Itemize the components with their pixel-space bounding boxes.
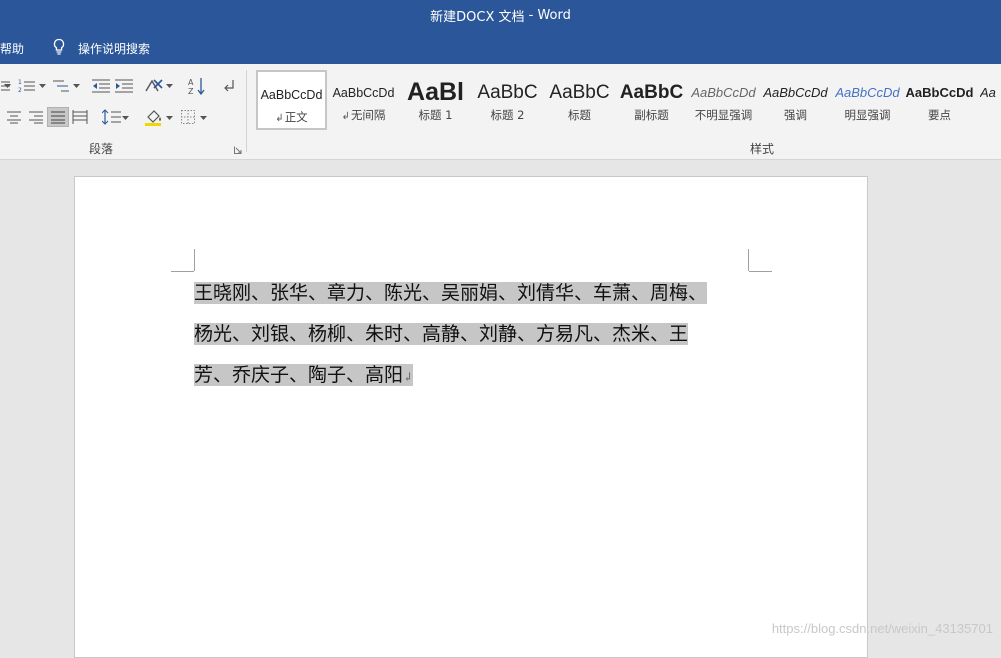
title-separator: - [524, 7, 538, 23]
style-name: 明显强调 [844, 108, 891, 122]
multilevel-list-button[interactable] [50, 76, 72, 96]
selected-text-content: 芳、乔庆子、陶子、高阳 [194, 364, 404, 386]
document-body[interactable]: 王晓刚、张华、章力、陈光、吴丽娟、刘倩华、车萧、周梅、 杨光、刘银、杨柳、朱时、… [194, 273, 754, 396]
styles-group-label: 样式 [750, 142, 775, 156]
numbering-button[interactable]: 12 [16, 76, 38, 96]
line-spacing-button[interactable] [101, 107, 123, 127]
crop-mark [171, 271, 194, 272]
style-sample: AaBbC [549, 82, 610, 103]
increase-indent-button[interactable] [113, 76, 135, 96]
crop-mark [749, 271, 772, 272]
app-name: Word [537, 7, 571, 23]
svg-text:2: 2 [18, 87, 22, 94]
lightbulb-icon[interactable] [52, 38, 66, 56]
paragraph-mark-icon: ↲ [403, 370, 414, 384]
svg-text:1: 1 [18, 79, 22, 86]
document-line: 杨光、刘银、杨柳、朱时、高静、刘静、方易凡、杰米、王 [194, 314, 754, 355]
style-subtle-emphasis[interactable]: AaBbCcDd 不明显强调 [688, 70, 759, 130]
dialog-launcher-icon[interactable] [234, 146, 242, 154]
document-line: 芳、乔庆子、陶子、高阳↲ [194, 355, 754, 396]
style-name: 要点 [928, 108, 951, 122]
style-name: 标题 2 [490, 108, 525, 122]
style-strong[interactable]: AaBbCcDd 要点 [904, 70, 975, 130]
selected-text[interactable]: 芳、乔庆子、陶子、高阳↲ [194, 364, 414, 386]
watermark: https://blog.csdn.net/weixin_43135701 [771, 621, 993, 636]
style-emphasis[interactable]: AaBbCcDd 强调 [760, 70, 831, 130]
style-name: 无间隔 [350, 108, 386, 122]
tell-me-search[interactable]: 操作说明搜索 [78, 40, 150, 57]
sort-button[interactable]: AZ [186, 76, 208, 96]
style-name: 正文 [284, 110, 308, 124]
group-divider [246, 70, 247, 152]
style-sample: Aa [980, 85, 996, 100]
style-sample: AaBbCcDd [691, 85, 756, 100]
style-no-spacing[interactable]: AaBbCcDd ↲无间隔 [328, 70, 399, 130]
shading-button[interactable] [143, 107, 165, 127]
decrease-indent-button[interactable] [90, 76, 112, 96]
document-page[interactable]: 王晓刚、张华、章力、陈光、吴丽娟、刘倩华、车萧、周梅、 杨光、刘银、杨柳、朱时、… [74, 176, 868, 658]
style-subtitle[interactable]: AaBbC 副标题 [616, 70, 687, 130]
chevron-down-icon[interactable] [166, 116, 173, 121]
style-heading-2[interactable]: AaBbC 标题 2 [472, 70, 543, 130]
crop-mark [194, 249, 195, 271]
style-intense-emphasis[interactable]: AaBbCcDd 明显强调 [832, 70, 903, 130]
title-bar: 新建DOCX 文档 - Word [0, 0, 1001, 30]
chevron-down-icon[interactable] [166, 84, 173, 89]
chevron-down-icon[interactable] [39, 84, 46, 89]
crop-mark [748, 249, 749, 271]
style-title[interactable]: AaBbC 标题 [544, 70, 615, 130]
style-sample: AaBbC [619, 82, 684, 103]
style-sample: AaBbCcDd [905, 85, 974, 100]
style-name: 不明显强调 [694, 108, 753, 122]
paragraph-group-label: 段落 [89, 142, 114, 156]
style-sample: AaBbCcDd [835, 85, 900, 100]
menu-tab-help[interactable]: 帮助 [0, 40, 24, 57]
selected-text[interactable]: 杨光、刘银、杨柳、朱时、高静、刘静、方易凡、杰米、王 [194, 323, 689, 345]
chevron-down-icon[interactable] [4, 84, 11, 89]
justify-button[interactable] [47, 107, 69, 127]
chevron-down-icon[interactable] [200, 116, 207, 121]
selected-text[interactable]: 王晓刚、张华、章力、陈光、吴丽娟、刘倩华、车萧、周梅、 [194, 282, 708, 304]
document-name: 新建DOCX 文档 [430, 9, 525, 25]
style-normal[interactable]: AaBbCcDd ↲正文 [256, 70, 327, 130]
style-sample: AaBl [407, 78, 464, 106]
style-sample: AaBbC [477, 82, 538, 103]
align-right-button[interactable] [25, 107, 47, 127]
chinese-layout-button[interactable] [143, 76, 165, 96]
style-name: 标题 1 [418, 108, 453, 122]
style-name: 强调 [784, 108, 807, 122]
style-name: 标题 [568, 108, 591, 122]
style-name: 副标题 [634, 108, 669, 122]
paragraph-mark-icon: ↲ [341, 111, 350, 122]
paragraph-mark-icon: ↲ [275, 113, 284, 124]
borders-button[interactable] [177, 107, 199, 127]
style-sample: AaBbCcDd [763, 85, 828, 100]
align-center-button[interactable] [3, 107, 25, 127]
document-line: 王晓刚、张华、章力、陈光、吴丽娟、刘倩华、车萧、周梅、 [194, 273, 754, 314]
style-sample: AaBbCcDd [332, 86, 395, 100]
distributed-button[interactable] [69, 107, 91, 127]
ribbon: 12 AZ 段落 AaBbCcDd ↲正文 AaBbCcDd ↲无间隔 AaBl… [0, 64, 1001, 160]
svg-text:Z: Z [188, 87, 194, 95]
styles-gallery: AaBbCcDd ↲正文 AaBbCcDd ↲无间隔 AaBl 标题 1 AaB… [256, 70, 1001, 133]
menu-bar: 帮助 操作说明搜索 [0, 30, 1001, 64]
style-heading-1[interactable]: AaBl 标题 1 [400, 70, 471, 130]
svg-text:A: A [188, 78, 194, 87]
chevron-down-icon[interactable] [73, 84, 80, 89]
style-sample: AaBbCcDd [260, 88, 323, 102]
show-paragraph-marks-button[interactable] [218, 76, 240, 96]
style-quote[interactable]: Aa [976, 70, 1001, 130]
chevron-down-icon[interactable] [122, 116, 129, 121]
